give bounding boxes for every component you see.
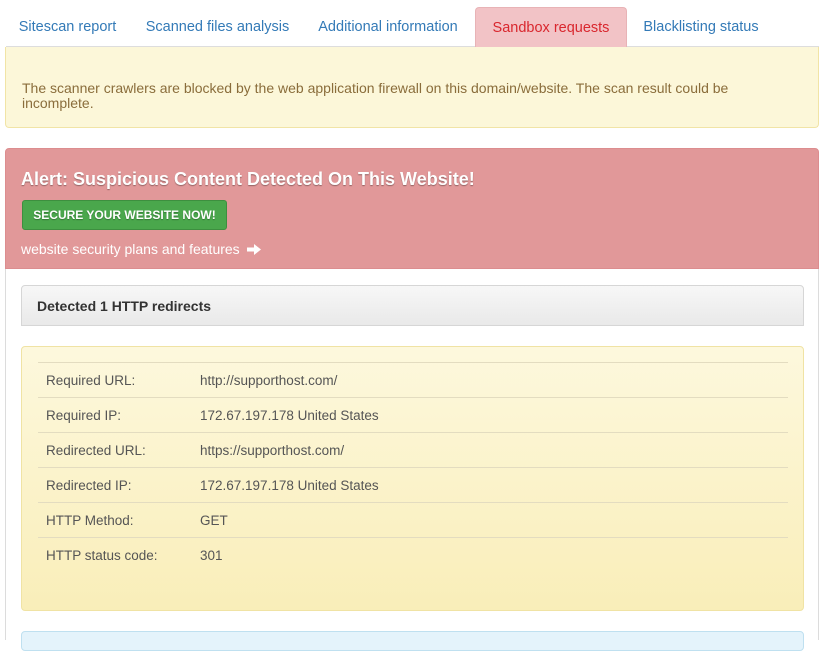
tab-additional-information[interactable]: Additional information [310, 7, 466, 47]
detail-value: http://supporthost.com/ [200, 373, 338, 388]
detail-label: Redirected URL: [46, 443, 146, 458]
arrow-right-icon [246, 241, 261, 257]
suspicious-content-alert: Alert: Suspicious Content Detected On Th… [5, 148, 819, 269]
detail-row-redirected-url: Redirected URL: https://supporthost.com/ [38, 432, 788, 467]
detail-row-required-ip: Required IP: 172.67.197.178 United State… [38, 397, 788, 432]
detail-label: HTTP Method: [46, 513, 134, 528]
detail-value: https://supporthost.com/ [200, 443, 345, 458]
detail-value: GET [200, 513, 228, 528]
detail-value: 172.67.197.178 United States [200, 478, 379, 493]
tab-scanned-files-analysis[interactable]: Scanned files analysis [135, 7, 300, 47]
firewall-notice-text: The scanner crawlers are blocked by the … [22, 80, 729, 111]
redirect-details-table: Required URL: http://supporthost.com/ Re… [38, 362, 788, 572]
detail-row-http-status-code: HTTP status code: 301 [38, 537, 788, 572]
detail-label: HTTP status code: [46, 548, 158, 563]
redirects-panel-header: Detected 1 HTTP redirects [21, 285, 804, 326]
detail-value: 172.67.197.178 United States [200, 408, 379, 423]
alert-title: Alert: Suspicious Content Detected On Th… [21, 169, 475, 189]
detail-label: Redirected IP: [46, 478, 132, 493]
report-tabs: Sitescan report Scanned files analysis A… [6, 0, 819, 47]
security-plans-link-text: website security plans and features [21, 241, 240, 257]
detail-label: Required IP: [46, 408, 122, 423]
detail-label: Required URL: [46, 373, 136, 388]
detail-row-redirected-ip: Redirected IP: 172.67.197.178 United Sta… [38, 467, 788, 502]
secure-website-button[interactable]: SECURE YOUR WEBSITE NOW! [22, 200, 227, 230]
tab-sandbox-requests[interactable]: Sandbox requests [475, 7, 627, 47]
detail-row-http-method: HTTP Method: GET [38, 502, 788, 537]
tab-blacklisting-status[interactable]: Blacklisting status [633, 7, 769, 47]
security-plans-link[interactable]: website security plans and features [21, 241, 261, 257]
redirects-heading: Detected 1 HTTP redirects [37, 298, 212, 314]
redirect-details-panel: Required URL: http://supporthost.com/ Re… [21, 346, 804, 611]
detail-row-required-url: Required URL: http://supporthost.com/ [38, 362, 788, 397]
firewall-notice: The scanner crawlers are blocked by the … [5, 47, 819, 128]
detail-value: 301 [200, 548, 223, 563]
info-panel-partial [21, 631, 804, 651]
tab-sitescan-report[interactable]: Sitescan report [6, 7, 129, 47]
